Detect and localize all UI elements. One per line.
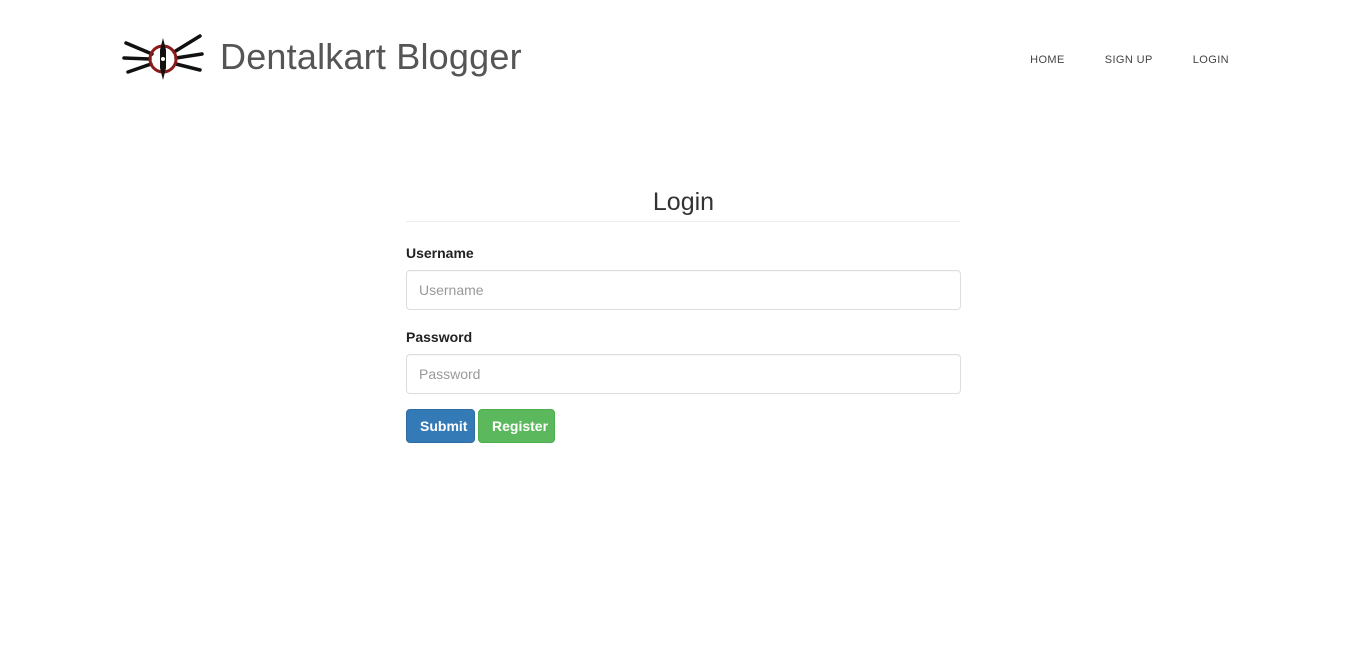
- password-input[interactable]: [406, 354, 961, 394]
- register-button[interactable]: Register: [478, 409, 555, 443]
- navbar: Dentalkart Blogger HOME SIGN UP LOGIN: [0, 0, 1349, 120]
- login-title: Login: [652, 188, 715, 216]
- username-label: Username: [406, 245, 474, 261]
- dentalkart-logo-icon: [122, 34, 204, 80]
- login-panel: Login Username Password Submit Register: [406, 183, 961, 443]
- username-input[interactable]: [406, 270, 961, 310]
- top-nav: HOME SIGN UP LOGIN: [1010, 51, 1229, 69]
- password-group: Password: [406, 328, 961, 394]
- submit-button[interactable]: Submit: [406, 409, 475, 443]
- nav-login[interactable]: LOGIN: [1173, 51, 1229, 69]
- username-group: Username: [406, 244, 961, 310]
- form-actions: Submit Register: [406, 409, 961, 443]
- nav-sign-up[interactable]: SIGN UP: [1085, 51, 1173, 69]
- nav-home[interactable]: HOME: [1010, 51, 1085, 69]
- brand-name: Dentalkart Blogger: [220, 36, 522, 77]
- page: Dentalkart Blogger HOME SIGN UP LOGIN Lo…: [0, 0, 1349, 645]
- title-divider: [406, 221, 960, 222]
- brand-link[interactable]: Dentalkart Blogger: [122, 28, 522, 86]
- password-label: Password: [406, 329, 473, 345]
